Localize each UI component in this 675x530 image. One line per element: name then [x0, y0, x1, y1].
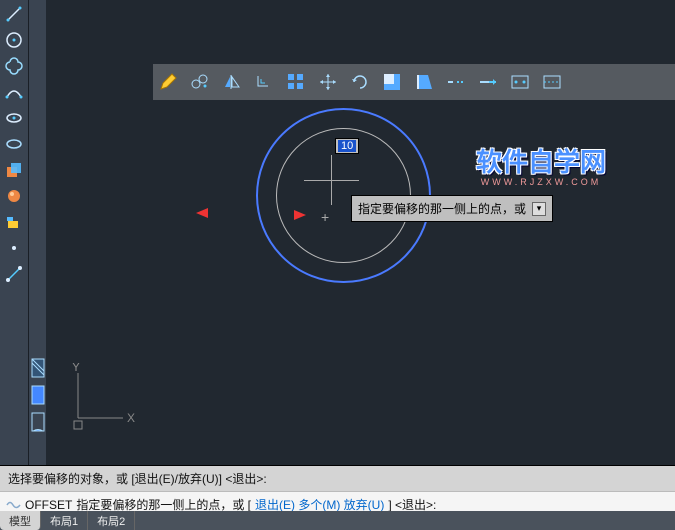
command-prompt-icon [6, 497, 21, 512]
tool-line2[interactable] [2, 262, 26, 286]
ucs-y-label: Y [72, 363, 80, 374]
direction-arrow-right [268, 207, 306, 223]
tab-layout1[interactable]: 布局1 [41, 511, 88, 530]
tooltip-text: 指定要偏移的那一侧上的点，或 [358, 200, 526, 217]
tool-circle[interactable] [2, 28, 26, 52]
ptool-square[interactable] [30, 382, 45, 407]
command-tooltip: 指定要偏移的那一侧上的点，或 ▾ [351, 195, 553, 222]
command-window: 选择要偏移的对象，或 [退出(E)/放弃(U)] <退出>: OFFSET 指定… [0, 465, 675, 511]
offset-distance-input[interactable]: 10 [335, 138, 359, 154]
cursor-crosshair-h [304, 180, 359, 181]
ptool-hatch[interactable] [30, 355, 45, 380]
tool-box-combo[interactable] [2, 158, 26, 182]
status-bar: 模型 布局1 布局2 [0, 511, 675, 530]
tool-point[interactable] [2, 236, 26, 260]
tool-line[interactable] [2, 2, 26, 26]
ucs-x-label: X [127, 411, 135, 425]
command-name: OFFSET [25, 498, 72, 512]
tab-layout2[interactable]: 布局2 [88, 511, 135, 530]
ptool-arc[interactable] [30, 409, 45, 434]
tool-ellipse-arc[interactable] [2, 132, 26, 156]
tool-sphere[interactable] [2, 184, 26, 208]
offset-distance-value: 10 [338, 140, 356, 152]
tab-model[interactable]: 模型 [0, 511, 41, 530]
panel-toolbar [29, 353, 46, 465]
tool-spline[interactable] [2, 80, 26, 104]
tool-cloud[interactable] [2, 54, 26, 78]
watermark: 软件自学网 WWW.RJZXW.COM [476, 142, 606, 187]
watermark-main: 软件自学网 [476, 142, 606, 179]
ucs-icon: Y X [63, 363, 143, 443]
direction-arrow-left [196, 205, 256, 221]
drawing-canvas[interactable]: + 10 指定要偏移的那一侧上的点，或 ▾ Y X 软件自学网 WWW.RJZX… [46, 0, 675, 465]
tool-ellipse[interactable] [2, 106, 26, 130]
watermark-sub: WWW.RJZXW.COM [476, 177, 606, 187]
cursor-pickbox: + [321, 209, 329, 225]
tooltip-options-icon[interactable]: ▾ [532, 202, 546, 216]
tool-wedge[interactable] [2, 210, 26, 234]
left-toolbar [0, 0, 28, 465]
command-history-line: 选择要偏移的对象，或 [退出(E)/放弃(U)] <退出>: [0, 466, 675, 492]
